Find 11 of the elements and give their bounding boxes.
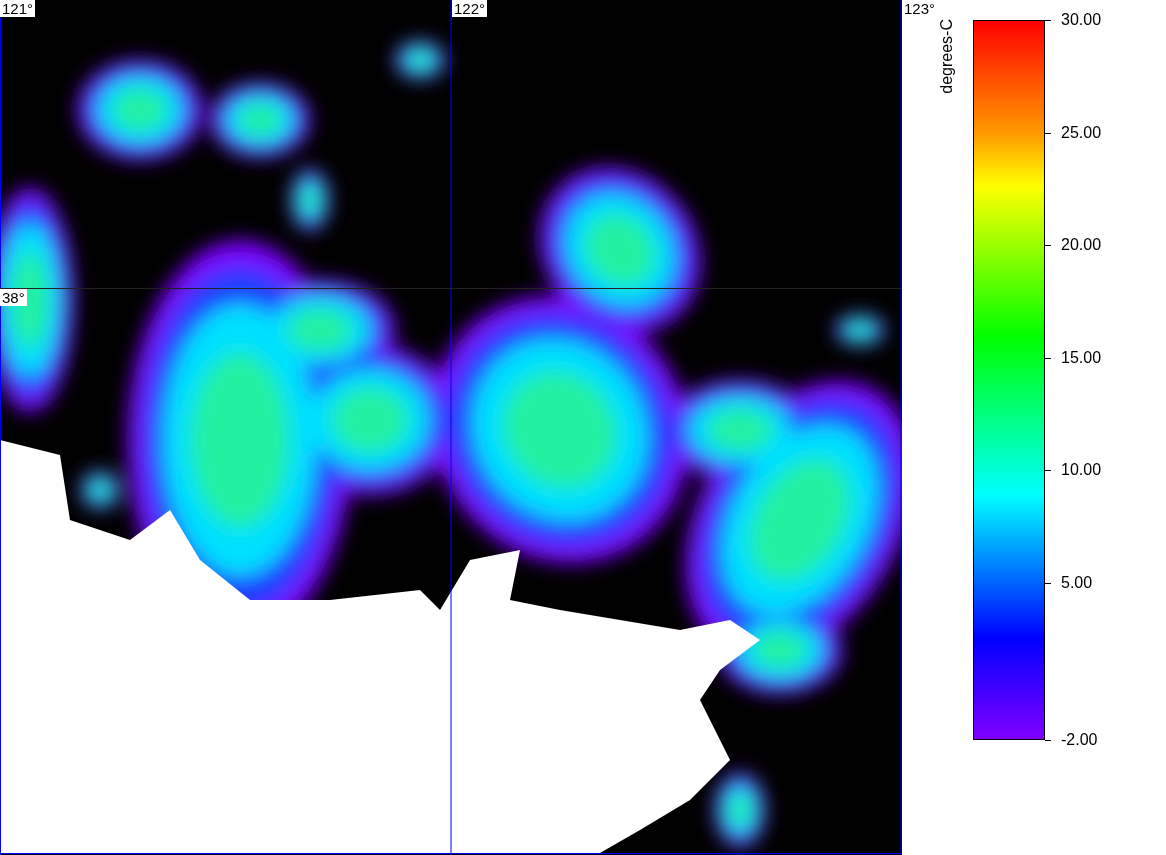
unit-label: degrees-C [938, 19, 956, 96]
scale-tick-label: 30.00 [1061, 11, 1102, 29]
longitude-label: 121° [0, 0, 36, 17]
scale-tick-label: -2.00 [1061, 731, 1098, 749]
latitude-label: 38° [0, 289, 27, 306]
scale-tick-label: 5.00 [1061, 573, 1093, 592]
scale-tick-label: 15.00 [1061, 348, 1102, 367]
scale-tick-label: 10.00 [1061, 461, 1102, 479]
longitude-label: 122° [452, 0, 488, 17]
scale-tick-label: 20.00 [1061, 236, 1102, 254]
scale-tick-label: 25.00 [1061, 123, 1102, 142]
